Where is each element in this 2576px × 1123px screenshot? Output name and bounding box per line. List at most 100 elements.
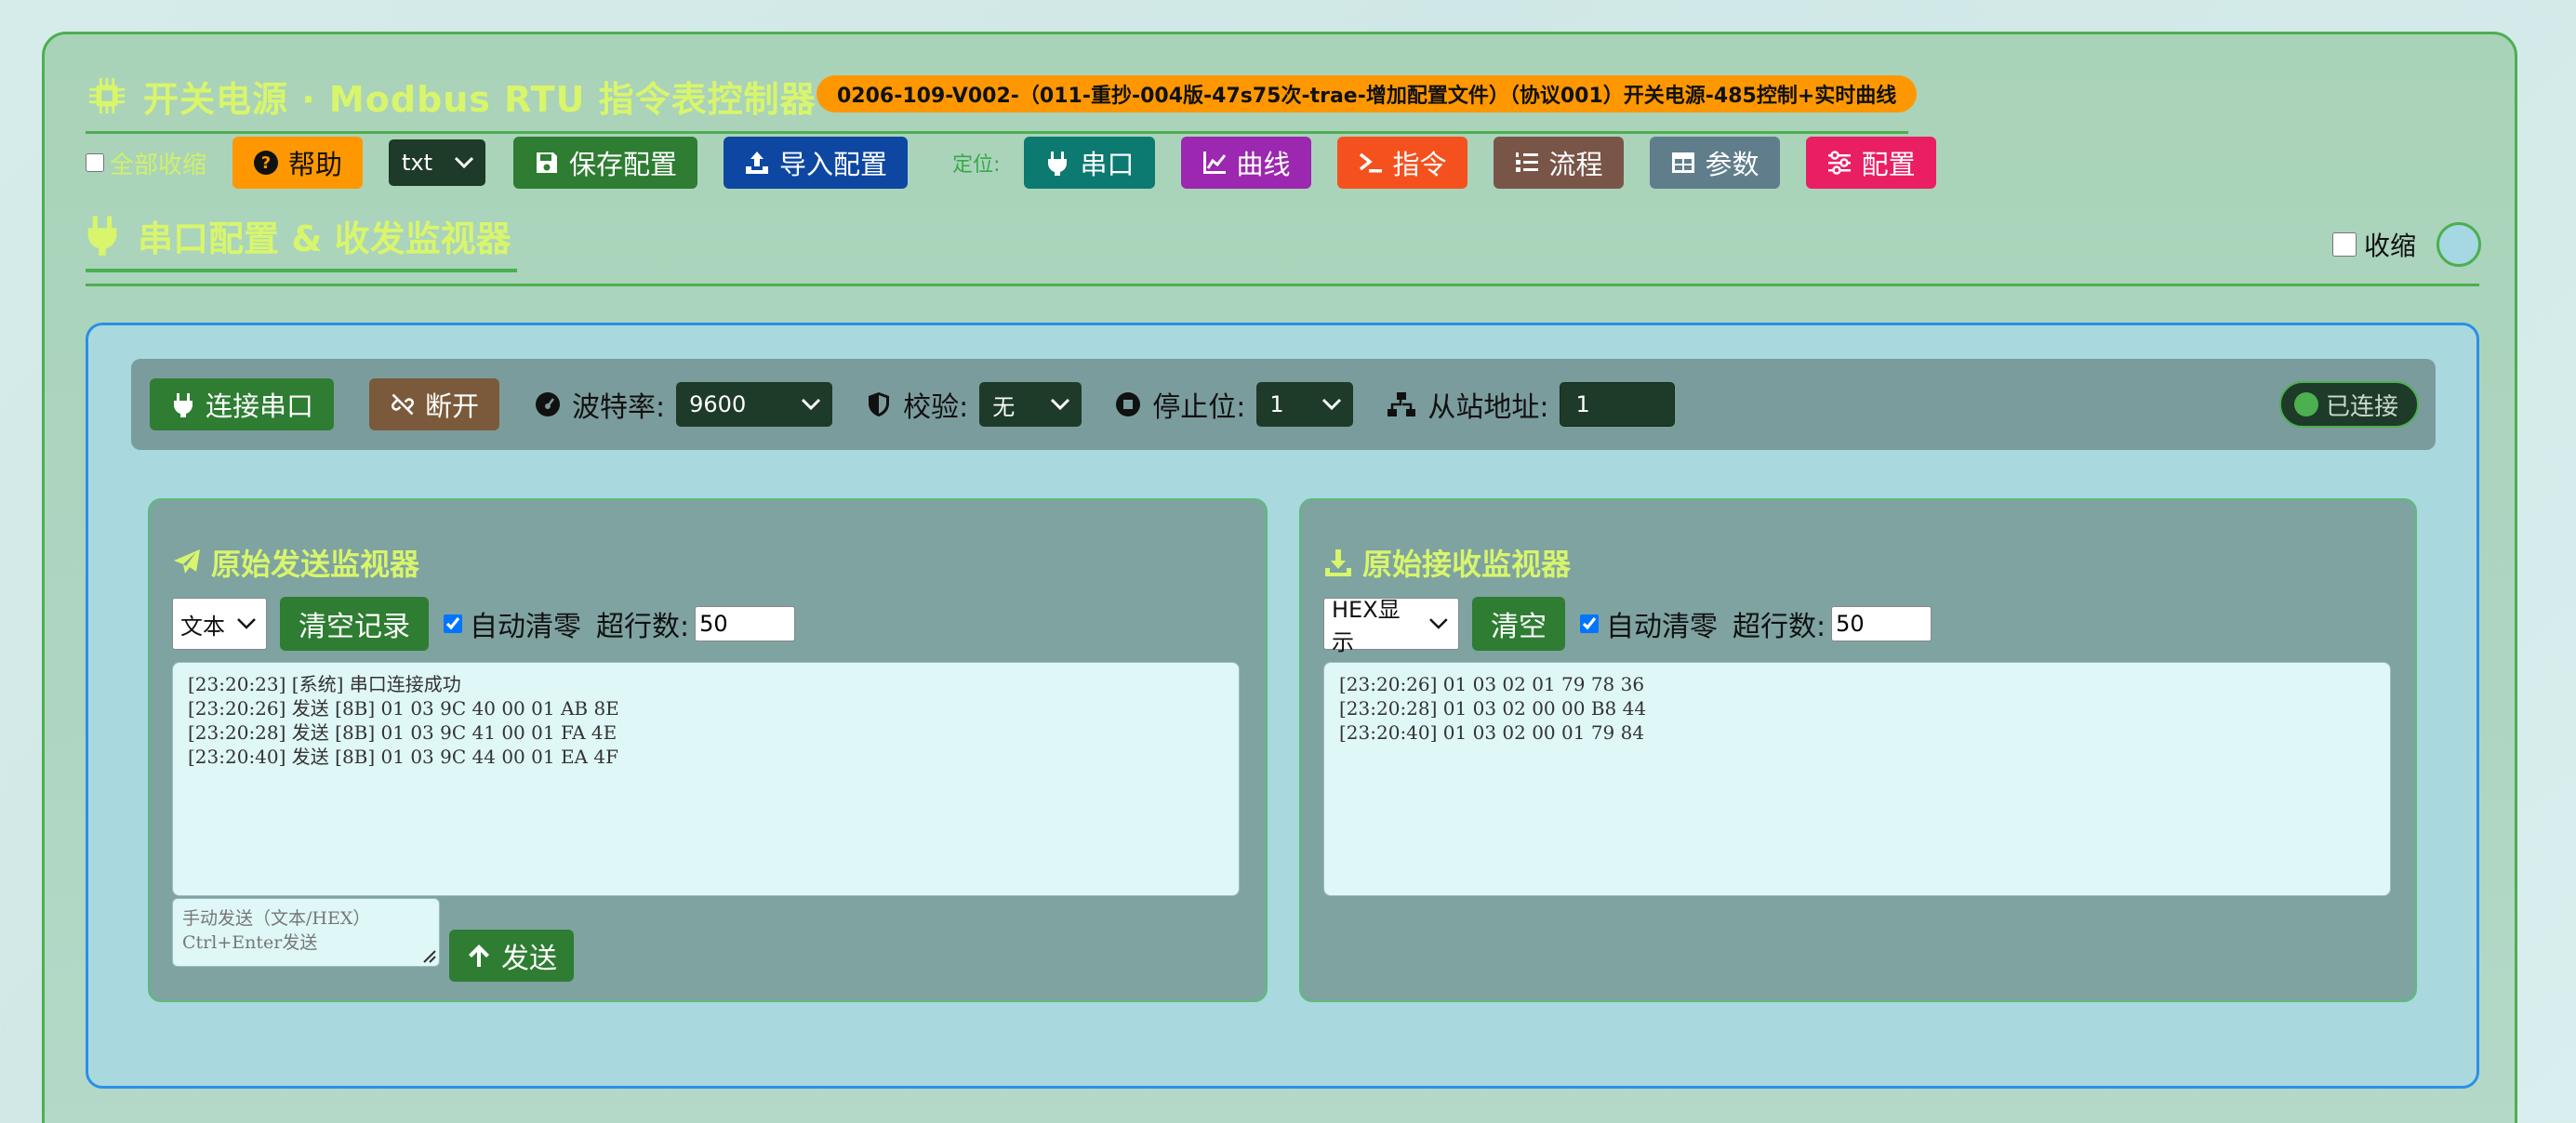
help-label: 帮助 [288, 149, 343, 180]
send-monitor: 原始发送监视器 文本 清空记录 自动清零 超行数: 50 [23:20:23] … [148, 498, 1268, 1002]
section-collapse-label: 收缩 [2364, 231, 2417, 261]
chevron-down-icon [1429, 618, 1448, 629]
send-mode-select[interactable]: 文本 [172, 598, 267, 650]
nav-config-label: 配置 [1861, 149, 1916, 180]
nav-flow-button[interactable]: 流程 [1493, 137, 1624, 189]
help-button[interactable]: ? 帮助 [232, 137, 364, 189]
plug-icon [174, 393, 193, 417]
version-badge: 0206-109-V002-（011-重抄-004版-47s75次-trae-增… [817, 75, 1918, 112]
receive-mode-value: HEX显示 [1332, 597, 1401, 655]
section-collapse-toggle[interactable]: 收缩 [2332, 222, 2482, 267]
baud-rate-value: 9600 [689, 391, 747, 417]
header: 开关电源 · Modbus RTU 指令表控制器 [86, 68, 817, 124]
app-window: 开关电源 · Modbus RTU 指令表控制器 0206-109-V002-（… [42, 32, 2517, 1123]
chevron-down-icon [454, 156, 474, 169]
terminal-icon [1359, 152, 1382, 173]
disconnect-button[interactable]: 断开 [369, 378, 500, 430]
save-config-button[interactable]: 保存配置 [513, 137, 698, 189]
plug-icon [1048, 152, 1068, 176]
nav-params-button[interactable]: 参数 [1649, 137, 1780, 189]
receive-log[interactable]: [23:20:26] 01 03 02 01 79 78 36 [23:20:2… [1323, 662, 2391, 896]
stop-circle-icon [1116, 392, 1141, 416]
plug-icon [87, 216, 117, 256]
manual-send-input[interactable]: 手动发送（文本/HEX） Ctrl+Enter发送 [172, 898, 440, 967]
chevron-down-icon [1051, 398, 1070, 411]
section-circle-button[interactable] [2437, 222, 2482, 267]
receive-max-rows-input[interactable]: 50 [1831, 606, 1932, 641]
unlink-icon [392, 393, 415, 416]
nav-config-button[interactable]: 配置 [1805, 137, 1936, 189]
manual-send-placeholder-line1: 手动发送（文本/HEX） [182, 908, 371, 929]
connect-label: 连接串口 [206, 390, 314, 422]
receive-monitor-controls: HEX显示 清空 自动清零 超行数: 50 [1323, 597, 1932, 655]
paper-plane-icon [174, 549, 200, 574]
save-config-label: 保存配置 [569, 149, 678, 180]
section-title-underline [86, 269, 517, 272]
send-max-rows-input[interactable]: 50 [695, 606, 796, 641]
chevron-down-icon [237, 618, 256, 629]
chart-line-icon [1202, 152, 1226, 174]
download-icon [1325, 549, 1351, 576]
send-button[interactable]: 发送 [449, 930, 574, 982]
parity-select[interactable]: 无 [979, 382, 1082, 427]
connection-status-badge: 已连接 [2278, 381, 2419, 428]
section-heading: 串口配置 & 收发监视器 [86, 207, 511, 263]
list-ol-icon [1515, 152, 1538, 172]
send-clear-button[interactable]: 清空记录 [280, 597, 429, 651]
disconnect-label: 断开 [425, 390, 480, 422]
toolbar: 全部收缩 ? 帮助 txt 保存配置 导入配置 定位: 串口 曲线 指令 流程 … [86, 135, 1962, 191]
receive-monitor: 原始接收监视器 HEX显示 清空 自动清零 超行数: 50 [23:20:26]… [1299, 498, 2417, 1002]
stop-bits-field: 停止位: [1115, 384, 1245, 425]
send-auto-clear-label: 自动清零 [470, 611, 581, 643]
parity-field: 校验: [866, 384, 968, 425]
receive-monitor-heading: 原始接收监视器 [1323, 541, 1571, 584]
chip-icon [88, 77, 126, 114]
send-auto-clear-checkbox[interactable] [444, 614, 462, 633]
format-select-value: txt [402, 150, 433, 176]
nav-command-button[interactable]: 指令 [1336, 137, 1467, 189]
receive-mode-select[interactable]: HEX显示 [1323, 597, 1459, 655]
log-line: [23:20:28] 01 03 02 00 00 B8 44 [1339, 697, 1647, 720]
receive-clear-button[interactable]: 清空 [1472, 597, 1565, 651]
table-icon [1671, 152, 1694, 173]
send-log[interactable]: [23:20:23] [系统] 串口连接成功 [23:20:26] 发送 [8B… [172, 662, 1240, 896]
baud-rate-field: 波特率: [535, 384, 665, 425]
log-line: [23:20:26] 01 03 02 01 79 78 36 [1339, 673, 1645, 695]
receive-auto-clear-label: 自动清零 [1606, 611, 1718, 643]
question-circle-icon: ? [254, 151, 279, 175]
status-dot-icon [2293, 392, 2318, 416]
send-max-rows-label: 超行数: [596, 611, 690, 643]
section-divider [86, 284, 2479, 286]
collapse-all-label: 全部收缩 [110, 151, 207, 179]
collapse-all-toggle[interactable]: 全部收缩 [86, 146, 206, 180]
serial-panel: 连接串口 断开 波特率: 9600 校验: 无 停止位: 1 从站地址: 1 已… [86, 323, 2479, 1089]
collapse-all-checkbox[interactable] [86, 153, 104, 172]
receive-monitor-title: 原始接收监视器 [1362, 547, 1572, 582]
format-select[interactable]: txt [389, 139, 486, 186]
log-line: [23:20:40] 01 03 02 00 01 79 84 [1339, 721, 1645, 744]
receive-auto-clear-checkbox[interactable] [1580, 614, 1599, 633]
slave-address-input[interactable]: 1 [1560, 382, 1676, 427]
baud-rate-select[interactable]: 9600 [676, 382, 833, 427]
sliders-icon [1827, 151, 1851, 175]
import-config-button[interactable]: 导入配置 [724, 137, 909, 189]
arrow-up-icon [469, 945, 489, 967]
nav-serial-button[interactable]: 串口 [1024, 137, 1155, 189]
section-collapse-checkbox[interactable] [2332, 232, 2357, 257]
stop-bits-select[interactable]: 1 [1256, 382, 1354, 427]
connect-button[interactable]: 连接串口 [150, 378, 335, 430]
save-icon [537, 152, 558, 173]
import-config-label: 导入配置 [779, 149, 888, 180]
manual-send-placeholder-line2: Ctrl+Enter发送 [182, 932, 318, 953]
resize-grip-icon[interactable] [418, 945, 437, 964]
log-line: [23:20:40] 发送 [8B] 01 03 9C 44 00 01 EA … [188, 746, 618, 768]
baud-rate-label: 波特率: [572, 391, 666, 424]
nav-chart-button[interactable]: 曲线 [1180, 137, 1311, 189]
send-mode-value: 文本 [180, 613, 225, 640]
send-monitor-controls: 文本 清空记录 自动清零 超行数: 50 [172, 597, 796, 651]
stop-bits-value: 1 [1269, 391, 1284, 417]
send-monitor-heading: 原始发送监视器 [172, 541, 419, 584]
nav-command-label: 指令 [1392, 149, 1447, 180]
title-divider [86, 131, 1908, 134]
nav-params-label: 参数 [1705, 149, 1759, 180]
